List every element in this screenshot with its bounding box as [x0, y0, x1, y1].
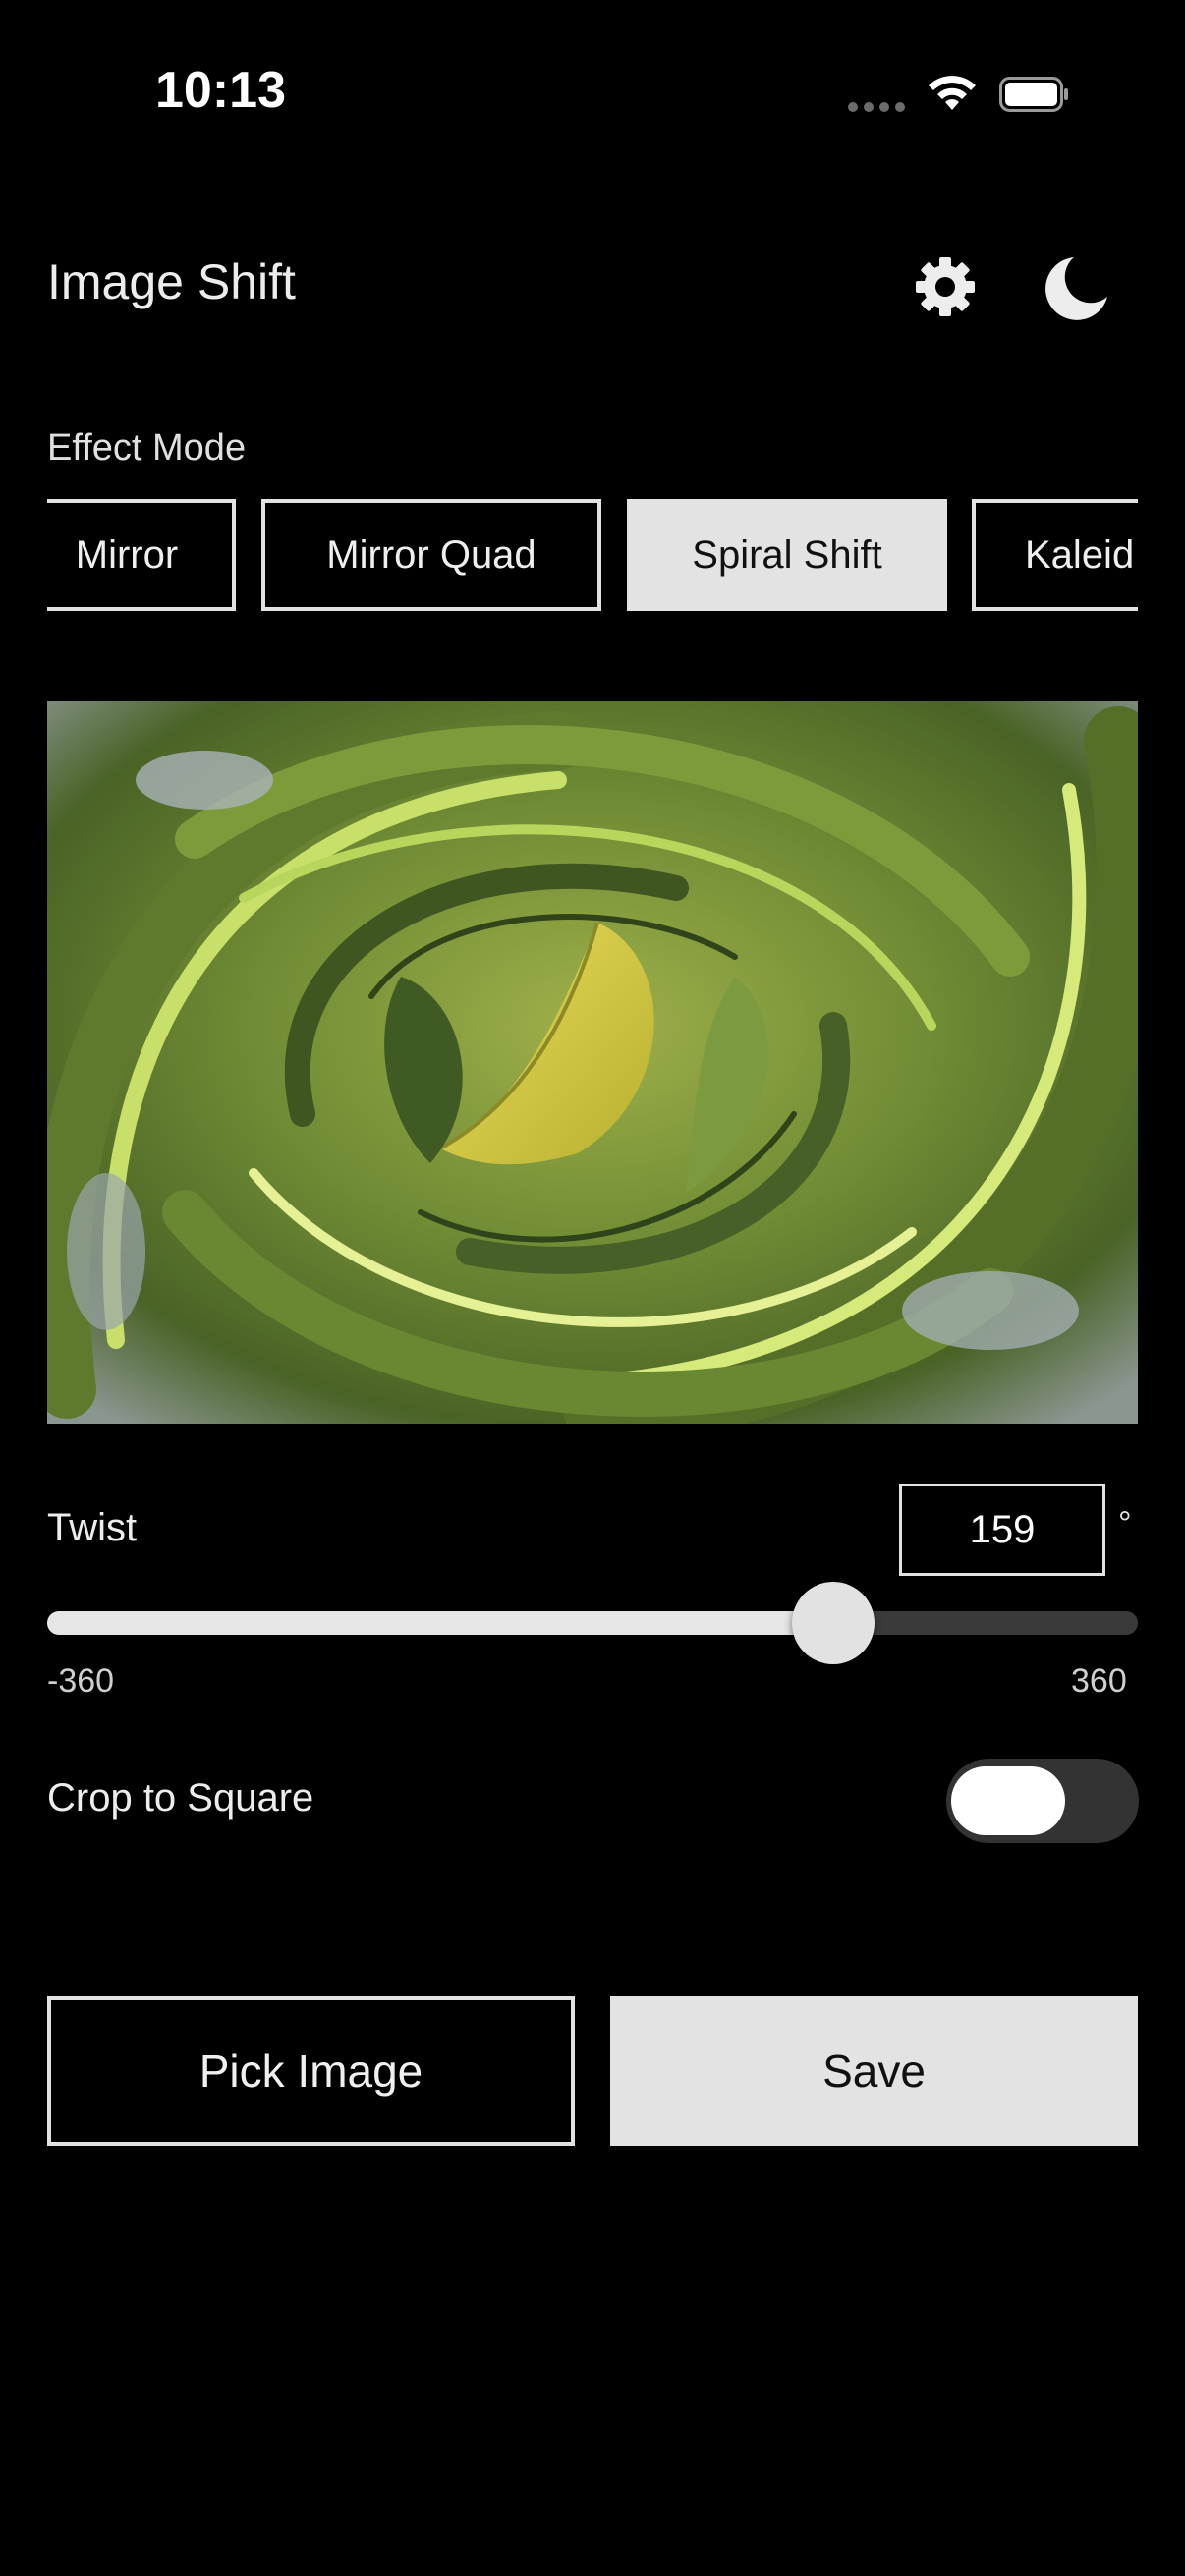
twist-slider-track[interactable] — [47, 1611, 1138, 1635]
degree-unit: ° — [1118, 1505, 1132, 1542]
chip-mirror-quad[interactable]: Mirror Quad — [261, 499, 601, 611]
twist-value-field[interactable]: 159 — [899, 1484, 1105, 1576]
crop-to-square-label: Crop to Square — [47, 1776, 314, 1820]
chip-kaleid[interactable]: Kaleid — [972, 499, 1138, 611]
twist-min-label: -360 — [47, 1662, 115, 1700]
effect-mode-chips: Mirror Mirror Quad Spiral Shift Kaleid — [47, 496, 1138, 620]
toggle-knob — [951, 1766, 1065, 1835]
status-time: 10:13 — [155, 62, 286, 119]
twist-slider-fill — [47, 1611, 834, 1635]
crop-to-square-toggle[interactable] — [946, 1759, 1139, 1843]
save-button[interactable]: Save — [610, 1996, 1138, 2146]
chip-mirror[interactable]: Mirror — [47, 499, 236, 611]
effect-mode-label: Effect Mode — [47, 427, 247, 469]
app-title: Image Shift — [47, 254, 296, 309]
gear-icon[interactable] — [912, 253, 979, 320]
twist-slider-thumb[interactable] — [792, 1582, 875, 1664]
moon-icon[interactable] — [1037, 252, 1111, 326]
battery-icon — [999, 77, 1068, 112]
chip-spiral-shift[interactable]: Spiral Shift — [627, 499, 947, 611]
image-preview — [47, 701, 1138, 1424]
twist-max-label: 360 — [1071, 1662, 1127, 1700]
pick-image-button[interactable]: Pick Image — [47, 1996, 575, 2146]
wifi-icon — [929, 76, 976, 110]
twist-label: Twist — [47, 1506, 138, 1549]
cellular-signal-icon — [848, 102, 907, 114]
